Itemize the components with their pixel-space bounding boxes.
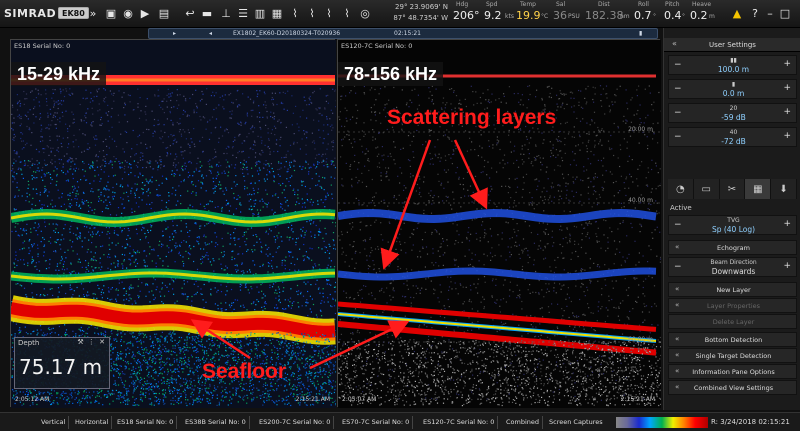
threshold-20-control[interactable]: − 20 -59 dB + [668,103,797,123]
increase-button[interactable]: + [783,261,791,271]
tools-tab-icon[interactable]: ✂ [719,179,746,199]
arrow-scattering-right [453,139,488,210]
tvg-value: Sp (40 Log) [711,225,756,234]
display-tab-icon[interactable]: ▭ [693,179,720,199]
color-scale-bar [616,417,708,428]
download-tab-icon[interactable]: ⬇ [771,179,797,199]
tab-es120[interactable]: ES120-7C Serial No: 0 [420,416,499,429]
start-range-icon: ▮ [731,81,736,88]
tvg-control[interactable]: − TVG Sp (40 Log) + [668,215,797,235]
scattering-layers-annotation: Scattering layers [387,106,557,129]
tab-horizontal[interactable]: Horizontal [72,416,113,429]
button-label: Delete Layer [712,318,755,326]
button-label: Bottom Detection [704,336,763,344]
sonar-tab-icon[interactable]: ◔ [668,179,694,199]
tab-es200[interactable]: ES200-7C Serial No: 0 [256,416,335,429]
combined-view-settings-button[interactable]: « Combined View Settings [668,380,797,395]
tab-screen-captures[interactable]: Screen Captures [546,416,606,429]
layout-tab-icon[interactable]: ▦ [745,179,772,199]
tab-vertical[interactable]: Vertical [38,416,70,429]
tvg-label: TVG [727,217,740,224]
button-label: Echogram [717,244,750,252]
panel-tab-row: ◔ ▭ ✂ ▦ ⬇ [668,179,797,199]
tab-es38b[interactable]: ES38B Serial No: 0 [182,416,250,429]
beam-direction-value: Downwards [711,267,756,276]
increase-button[interactable]: + [783,59,791,69]
delete-layer-button[interactable]: Delete Layer [668,314,797,329]
button-label: Combined View Settings [693,384,774,392]
replay-datetime: R: 3/24/2018 02:15:21 [711,418,790,426]
layer-properties-button[interactable]: « Layer Properties [668,298,797,313]
seafloor-annotation: Seafloor [202,360,287,383]
beam-direction-control[interactable]: − Beam Direction Downwards + [668,257,797,277]
range-control[interactable]: − ▮▮ 100.0 m + [668,55,797,75]
threshold-40-value: -72 dB [721,137,746,146]
tvg-20-label: 20 [729,105,738,112]
echogram-button[interactable]: « Echogram [668,240,797,255]
new-layer-button[interactable]: « New Layer [668,282,797,297]
tvg-40-label: 40 [729,129,738,136]
side-panel: « User Settings − ▮▮ 100.0 m + − ▮ 0.0 m… [663,28,800,410]
increase-button[interactable]: + [783,219,791,229]
threshold-20-value: -59 dB [721,113,746,122]
button-label: Layer Properties [706,302,761,310]
tab-es70[interactable]: ES70-7C Serial No: 0 [339,416,414,429]
increase-button[interactable]: + [783,131,791,141]
arrow-seafloor-left [190,319,251,360]
single-target-detection-button[interactable]: « Single Target Detection [668,348,797,363]
tab-combined[interactable]: Combined [503,416,544,429]
threshold-40-control[interactable]: − 40 -72 dB + [668,127,797,147]
button-label: New Layer [716,286,751,294]
beam-direction-label: Beam Direction [710,259,757,266]
active-section-label: Active [670,204,692,212]
range-value: 100.0 m [717,65,750,74]
button-label: Information Pane Options [692,368,775,376]
range-icon: ▮▮ [730,57,737,64]
user-settings-label: User Settings [709,41,756,49]
increase-button[interactable]: + [783,83,791,93]
start-range-value: 0.0 m [722,89,745,98]
button-label: Single Target Detection [695,352,772,360]
arrow-seafloor-right [309,320,410,370]
start-range-control[interactable]: − ▮ 0.0 m + [668,79,797,99]
bottom-tab-bar: Vertical Horizontal ES18 Serial No: 0 ES… [0,412,800,431]
information-pane-options-button[interactable]: « Information Pane Options [668,364,797,379]
arrow-scattering-left [380,139,432,270]
bottom-detection-button[interactable]: « Bottom Detection [668,332,797,347]
user-settings-header[interactable]: « User Settings [664,38,800,52]
increase-button[interactable]: + [783,107,791,117]
tab-es18[interactable]: ES18 Serial No: 0 [114,416,178,429]
